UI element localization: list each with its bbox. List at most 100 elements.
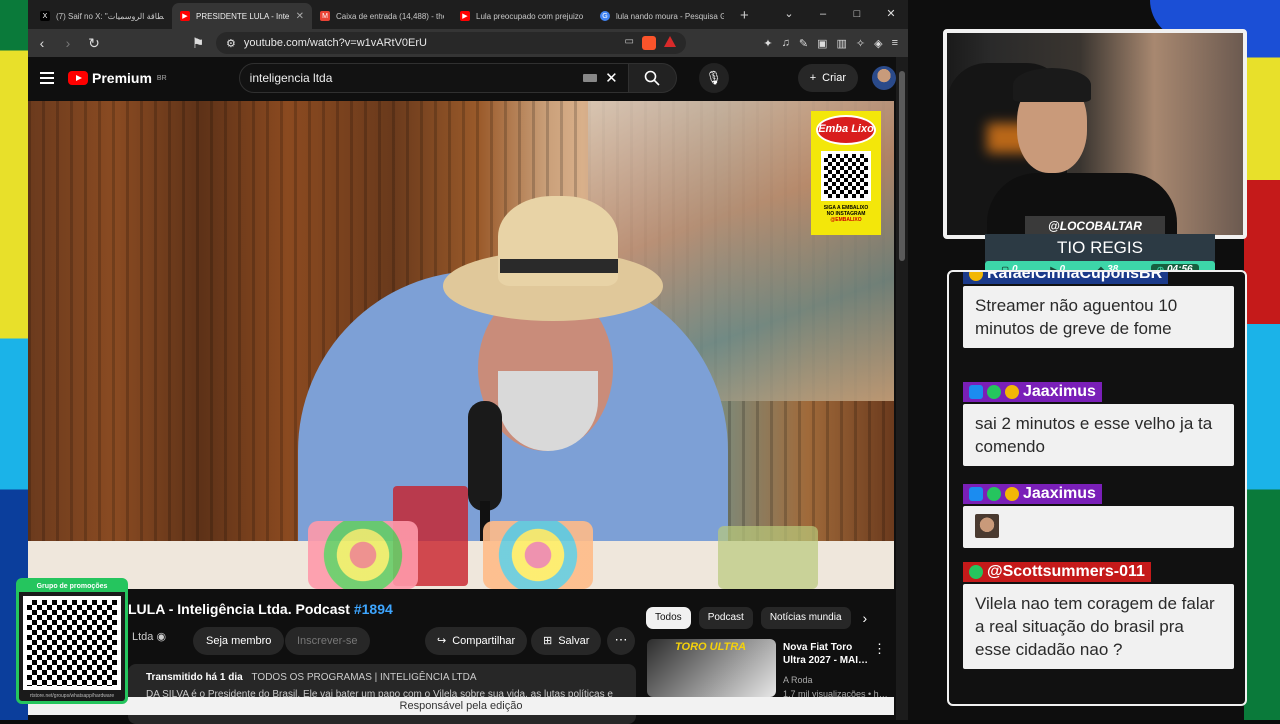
- chat-username: Jaaximus: [963, 484, 1102, 504]
- extensions-icon[interactable]: ✦: [763, 37, 772, 50]
- webcam-feed: [943, 29, 1247, 239]
- back-icon[interactable]: ‹: [34, 35, 50, 51]
- minimize-icon[interactable]: –: [806, 0, 840, 29]
- chat-username-text: @Scottsummers-011: [987, 563, 1145, 580]
- join-button[interactable]: Seja membro: [193, 627, 285, 655]
- chip-noticias[interactable]: Notícias mundia: [760, 607, 851, 629]
- chat-body: Streamer não aguentou 10 minutos de grev…: [963, 286, 1234, 348]
- tab-title: Lula preocupado com prejuizo e…: [476, 11, 584, 21]
- tab-youtube-2[interactable]: ▶ Lula preocupado com prejuizo e…: [452, 3, 592, 29]
- share-button[interactable]: ↪ Compartilhar: [425, 627, 528, 655]
- bookmark-icon[interactable]: ⚑: [190, 35, 206, 52]
- window-controls: ⌄ – □ ✕: [772, 0, 908, 29]
- media-icon[interactable]: ♫: [782, 37, 790, 50]
- streamer-name: TIO REGIS: [985, 234, 1215, 262]
- share-label: Compartilhar: [452, 635, 516, 647]
- forward-icon[interactable]: ›: [60, 35, 76, 51]
- candy-jar-left: [308, 521, 418, 589]
- edit-footer: Responsável pela edição: [28, 697, 894, 715]
- youtube-play-icon: [68, 71, 88, 85]
- subscribe-button[interactable]: Inscrever-se: [285, 627, 370, 655]
- chip-podcast[interactable]: Podcast: [698, 607, 753, 629]
- vpn-icon[interactable]: ◈: [874, 37, 882, 50]
- hat-band: [500, 259, 618, 273]
- site-info-icon[interactable]: ⚙: [226, 37, 236, 50]
- green-glass: [718, 526, 818, 589]
- create-button[interactable]: + Criar: [797, 64, 858, 92]
- description-box[interactable]: Transmitido há 1 dia TODOS OS PROGRAMAS …: [128, 664, 636, 724]
- maximize-icon[interactable]: □: [840, 0, 874, 29]
- youtube-icon: ▶: [180, 11, 190, 21]
- verified-icon: ◉: [156, 631, 167, 643]
- reload-icon[interactable]: ↻: [86, 35, 102, 52]
- hamburger-menu-icon[interactable]: [40, 72, 54, 84]
- voice-search-button[interactable]: 🎙: [698, 63, 729, 93]
- clear-search-icon[interactable]: ✕: [605, 69, 618, 87]
- search-value: inteligencia ltda: [249, 71, 333, 85]
- search-button[interactable]: [628, 63, 677, 93]
- leaf-badge-icon: [969, 565, 983, 579]
- tab-title: (7) Saif no X: "بطاقة الروسميات …: [56, 11, 164, 21]
- rec-thumbnail[interactable]: TORO ULTRA: [647, 639, 776, 697]
- scrollbar-thumb[interactable]: [899, 71, 905, 261]
- chevron-right-icon[interactable]: ›: [863, 610, 868, 626]
- chat-body: Vilela nao tem coragem de falar a real s…: [963, 584, 1234, 669]
- embalixo-ad: Emba Lixo SIGA A EMBALIXO NO INSTAGRAM @…: [811, 111, 881, 235]
- page-scrollbar[interactable]: [896, 57, 908, 720]
- chat-panel: RafaelCinnaCuponsBR Streamer não aguento…: [947, 270, 1247, 706]
- leaf-badge-icon: [987, 487, 1001, 501]
- tab-google[interactable]: G lula nando moura - Pesquisa Go…: [592, 3, 732, 29]
- browser-window: X (7) Saif no X: "بطاقة الروسميات … ▶ PR…: [28, 0, 908, 724]
- video-title-text: LULA - Inteligência Ltda. Podcast: [128, 601, 350, 617]
- close-window-icon[interactable]: ✕: [874, 0, 908, 29]
- youtube-icon: ▶: [460, 11, 470, 21]
- promo-qr-code: [23, 596, 121, 690]
- pen-icon[interactable]: ✎: [799, 37, 808, 50]
- right-color-strip: [1244, 0, 1280, 720]
- wallet-icon[interactable]: ▣: [817, 37, 827, 50]
- tab-x[interactable]: X (7) Saif no X: "بطاقة الروسميات …: [32, 3, 172, 29]
- coin-badge-icon: [1005, 385, 1019, 399]
- menu-icon[interactable]: ≡: [892, 37, 898, 50]
- streamer-handle: @LOCOBALTAR: [1025, 216, 1165, 236]
- save-label: Salvar: [558, 635, 590, 647]
- logo-text: Premium: [92, 70, 152, 86]
- save-button[interactable]: ⊞ Salvar: [531, 627, 602, 655]
- brave-rewards-icon[interactable]: [664, 36, 676, 47]
- create-label: Criar: [822, 72, 846, 84]
- more-actions-button[interactable]: ⋯: [607, 627, 635, 655]
- video-player[interactable]: Emba Lixo SIGA A EMBALIXO NO INSTAGRAM @…: [28, 101, 894, 589]
- sidebar-icon[interactable]: ▥: [836, 37, 846, 50]
- ad-handle: @EMBALIXO: [830, 217, 862, 223]
- close-tab-icon[interactable]: ✕: [296, 11, 304, 22]
- candy-jar-right: [483, 521, 593, 589]
- brave-shields-icon[interactable]: [642, 36, 656, 50]
- leaf-badge-icon: [987, 385, 1001, 399]
- account-avatar[interactable]: [872, 66, 896, 90]
- video-hashtag[interactable]: #1894: [354, 601, 393, 617]
- rec-channel: A Roda: [783, 675, 813, 685]
- x-logo-icon: X: [40, 11, 50, 21]
- chat-message: Jaaximus sai 2 minutos e esse velho ja t…: [963, 382, 1234, 466]
- rec-title[interactable]: Nova Fiat Toro Ultra 2027 - MAI…: [783, 641, 873, 667]
- chip-todos[interactable]: Todos: [646, 607, 691, 629]
- chat-message: Jaaximus: [963, 484, 1234, 548]
- tab-search-icon[interactable]: ⌄: [772, 0, 806, 29]
- ai-icon[interactable]: ✧: [856, 37, 865, 50]
- new-tab-button[interactable]: +: [732, 3, 757, 29]
- tab-title: Caixa de entrada (14,488) - theb…: [336, 11, 444, 21]
- url-field[interactable]: ⚙ youtube.com/watch?v=w1vARtV0ErU ▭: [216, 32, 686, 54]
- recommendation-chips: Todos Podcast Notícias mundia ›: [646, 607, 867, 629]
- search-input[interactable]: inteligencia ltda ✕: [238, 63, 629, 93]
- rec-menu-icon[interactable]: ⋮: [873, 641, 886, 657]
- streamer-hair: [1013, 68, 1091, 102]
- youtube-premium-logo[interactable]: Premium BR: [68, 70, 167, 86]
- tab-gmail[interactable]: M Caixa de entrada (14,488) - theb…: [312, 3, 452, 29]
- tab-youtube-active[interactable]: ▶ PRESIDENTE LULA - Inte… ✕: [172, 3, 312, 29]
- chat-body: [963, 506, 1234, 548]
- chat-username: RafaelCinnaCuponsBR: [963, 272, 1169, 284]
- cast-icon[interactable]: ▭: [625, 36, 634, 50]
- logo-region: BR: [156, 74, 167, 82]
- keyboard-icon[interactable]: [583, 74, 598, 82]
- channel-name[interactable]: Ltda ◉: [132, 630, 166, 643]
